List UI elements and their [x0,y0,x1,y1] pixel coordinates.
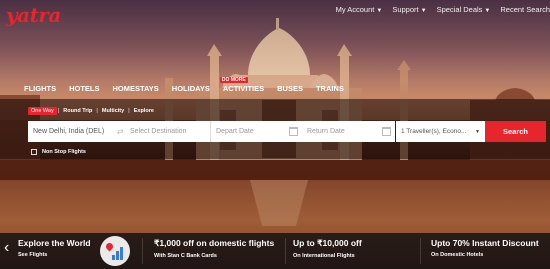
chevron-left-icon[interactable]: ‹ [4,238,9,258]
travellers-class-select[interactable]: 1 Traveller(s), Econo... ▼ [396,121,485,142]
offer-title: Explore the World [18,238,91,248]
non-stop-flights-option[interactable]: Non Stop Flights [31,149,86,155]
caret-down-icon: ▼ [484,8,491,14]
offer-title: Upto 70% Instant Discount [431,238,539,248]
map-pin-icon [104,241,115,252]
my-account-menu[interactable]: My Account ▼ [336,5,383,14]
do-more-badge: DO MORE [219,77,248,83]
caret-down-icon: ▼ [420,8,427,14]
return-date-placeholder: Return Date [307,128,345,135]
travellers-value: 1 Traveller(s), Econo... [401,128,467,135]
destination-field[interactable]: Select Destination [117,121,210,142]
offer-subtitle: See Flights [18,252,48,258]
tab-activities[interactable]: DO MORE ACTIVITIES [219,77,264,93]
trip-type-selector: One Way | Round Trip | Multicity | Explo… [28,107,157,115]
offer-separator [142,238,143,264]
depart-date-field[interactable]: Depart Date [211,121,302,142]
offer-title: ₹1,000 off on domestic flights [154,238,275,248]
offer-domestic-flights[interactable]: ₹1,000 off on domestic flights With Stan… [154,238,274,259]
offer-separator [420,238,421,264]
special-deals-menu[interactable]: Special Deals ▼ [437,5,491,14]
support-menu[interactable]: Support ▼ [392,5,426,14]
product-tabs: FLIGHTS HOTELS HOMESTAYS HOLIDAYS DO MOR… [24,77,357,93]
tab-trains[interactable]: TRAINS [316,84,344,93]
recent-search-link[interactable]: Recent Search [500,5,550,14]
bar-icon [120,247,123,260]
swap-cities-icon[interactable]: ⇄ [117,127,124,136]
offer-subtitle: On Domestic Hotels [431,252,484,258]
non-stop-label: Non Stop Flights [42,149,86,155]
offer-domestic-hotels[interactable]: Upto 70% Instant Discount On Domestic Ho… [431,238,539,258]
trip-type-multicity[interactable]: Multicity [99,108,127,114]
offer-subtitle: With Stan C Bank Cards [154,253,217,259]
calendar-icon [382,127,391,136]
offer-international-flights[interactable]: Up to ₹10,000 off On International Fligh… [293,238,362,259]
caret-down-icon: ▼ [376,8,383,14]
depart-date-placeholder: Depart Date [216,128,254,135]
tab-holidays[interactable]: HOLIDAYS [172,84,210,93]
offer-title: Up to ₹10,000 off [293,238,362,248]
yatra-logo[interactable]: yatra [6,3,61,27]
chevron-down-icon: ▼ [475,128,480,135]
from-city-field[interactable]: New Delhi, India (DEL) [28,121,117,142]
tab-buses[interactable]: BUSES [277,84,303,93]
trip-type-one-way[interactable]: One Way [28,107,57,115]
offer-separator [285,238,286,264]
explore-map-chart-icon [100,236,130,266]
calendar-icon [289,127,298,136]
tab-flights[interactable]: FLIGHTS [24,84,56,93]
bar-icon [112,255,115,260]
trip-type-round-trip[interactable]: Round Trip [60,108,95,114]
return-date-field[interactable]: Return Date [302,121,395,142]
tab-hotels[interactable]: HOTELS [69,84,99,93]
offer-explore-world[interactable]: Explore the World See Flights [18,238,91,258]
top-navigation: My Account ▼ Support ▼ Special Deals ▼ Rece… [336,5,550,14]
trip-type-explore[interactable]: Explore [131,108,157,114]
search-button[interactable]: Search [485,121,546,142]
offer-subtitle: On International Flights [293,253,355,259]
non-stop-checkbox[interactable] [31,149,37,155]
bar-icon [116,251,119,260]
tab-homestays[interactable]: HOMESTAYS [113,84,159,93]
